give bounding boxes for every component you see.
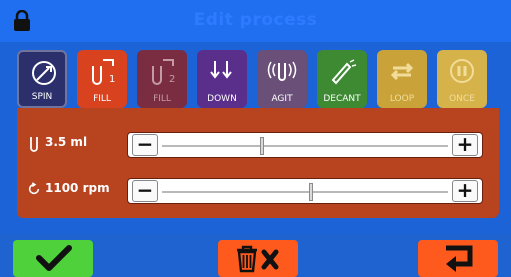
tab-label: ONCE <box>449 94 475 104</box>
back-button[interactable] <box>418 240 498 277</box>
decrement-button[interactable]: − <box>132 134 158 156</box>
tab-loop[interactable]: LOOP <box>377 50 427 108</box>
slider-track <box>162 191 448 193</box>
decant-icon <box>331 59 357 85</box>
settings-panel: 3.5 ml − + 1100 rpm − + <box>17 108 499 218</box>
speed-slider[interactable]: − + <box>127 178 483 204</box>
volume-label: 3.5 ml <box>45 135 88 149</box>
delete-button[interactable] <box>218 240 298 277</box>
tab-badge: 1 <box>109 74 115 85</box>
spin-icon <box>32 61 56 85</box>
speed-row: 1100 rpm − + <box>17 174 499 206</box>
loop-icon <box>390 62 414 81</box>
slider-thumb[interactable] <box>260 137 265 155</box>
checkmark-icon <box>36 245 72 271</box>
slider-thumb[interactable] <box>308 183 313 201</box>
slider-track <box>162 145 448 147</box>
tab-once[interactable]: ONCE <box>437 50 487 108</box>
down-icon <box>210 61 232 79</box>
bottom-bar <box>0 234 511 277</box>
return-arrow-icon <box>446 245 473 272</box>
volume-slider[interactable]: − + <box>127 132 483 158</box>
rotation-icon <box>28 182 40 195</box>
confirm-button[interactable] <box>13 240 93 277</box>
tab-decant[interactable]: DECANT <box>317 50 367 108</box>
decrement-button[interactable]: − <box>132 180 158 202</box>
tab-fill-1[interactable]: 1 FILL <box>77 50 127 108</box>
speed-label: 1100 rpm <box>45 181 110 195</box>
page-title: Edit process <box>193 10 318 30</box>
increment-button[interactable]: + <box>452 134 478 156</box>
tab-label: FILL <box>153 94 171 104</box>
tab-badge: 2 <box>169 74 175 85</box>
tab-label: SPIN <box>31 92 53 102</box>
trash-x-icon <box>237 245 279 273</box>
tab-fill-2[interactable]: 2 FILL <box>137 50 187 108</box>
once-icon <box>450 59 474 83</box>
tab-down[interactable]: DOWN <box>197 50 247 108</box>
top-bar: Edit process <box>0 0 511 42</box>
fill-1-icon: 1 <box>92 59 115 85</box>
tube-icon <box>30 137 38 152</box>
agitate-icon <box>267 61 297 81</box>
tab-label: FILL <box>93 94 111 104</box>
process-tabs: SPIN 1 FILL 2 FILL DOWN AGIT DECANT LOOP… <box>17 50 497 110</box>
tab-label: LOOP <box>389 94 415 104</box>
fill-2-icon: 2 <box>152 59 175 85</box>
tab-label: DOWN <box>207 94 237 104</box>
tab-label: DECANT <box>323 94 361 104</box>
increment-button[interactable]: + <box>452 180 478 202</box>
tab-spin[interactable]: SPIN <box>17 50 67 108</box>
volume-row: 3.5 ml − + <box>17 128 499 160</box>
tab-label: AGIT <box>271 94 293 104</box>
tab-agit[interactable]: AGIT <box>257 50 307 108</box>
